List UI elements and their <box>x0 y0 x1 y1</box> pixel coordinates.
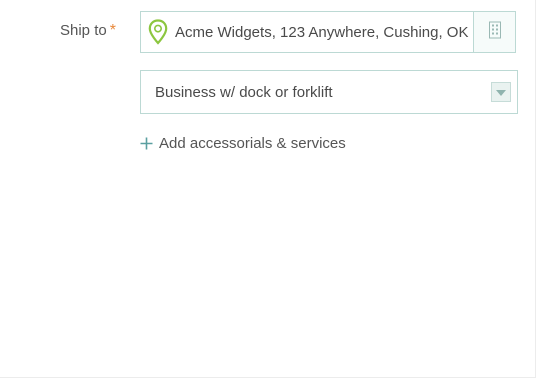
location-type-select[interactable]: Business w/ dock or forklift <box>140 70 518 114</box>
ship-to-label-text: Ship to <box>60 22 107 39</box>
location-type-value: Business w/ dock or forklift <box>155 83 333 101</box>
building-icon <box>488 21 502 44</box>
chevron-down-icon <box>496 83 506 101</box>
address-book-button[interactable] <box>473 12 515 52</box>
ship-to-label: Ship to * <box>60 22 116 39</box>
ship-to-address-field[interactable]: Acme Widgets, 123 Anywhere, Cushing, OK <box>140 11 516 53</box>
location-type-dropdown-button[interactable] <box>491 82 511 102</box>
ship-to-address-value[interactable]: Acme Widgets, 123 Anywhere, Cushing, OK <box>175 24 473 41</box>
plus-icon <box>139 137 153 151</box>
required-mark: * <box>109 21 116 39</box>
add-accessorials-label: Add accessorials & services <box>159 135 346 152</box>
ship-to-form: Ship to * Acme Widgets, 123 Anywhere, Cu… <box>0 0 536 378</box>
map-pin-icon <box>141 12 175 52</box>
add-accessorials-link[interactable]: Add accessorials & services <box>139 135 346 152</box>
